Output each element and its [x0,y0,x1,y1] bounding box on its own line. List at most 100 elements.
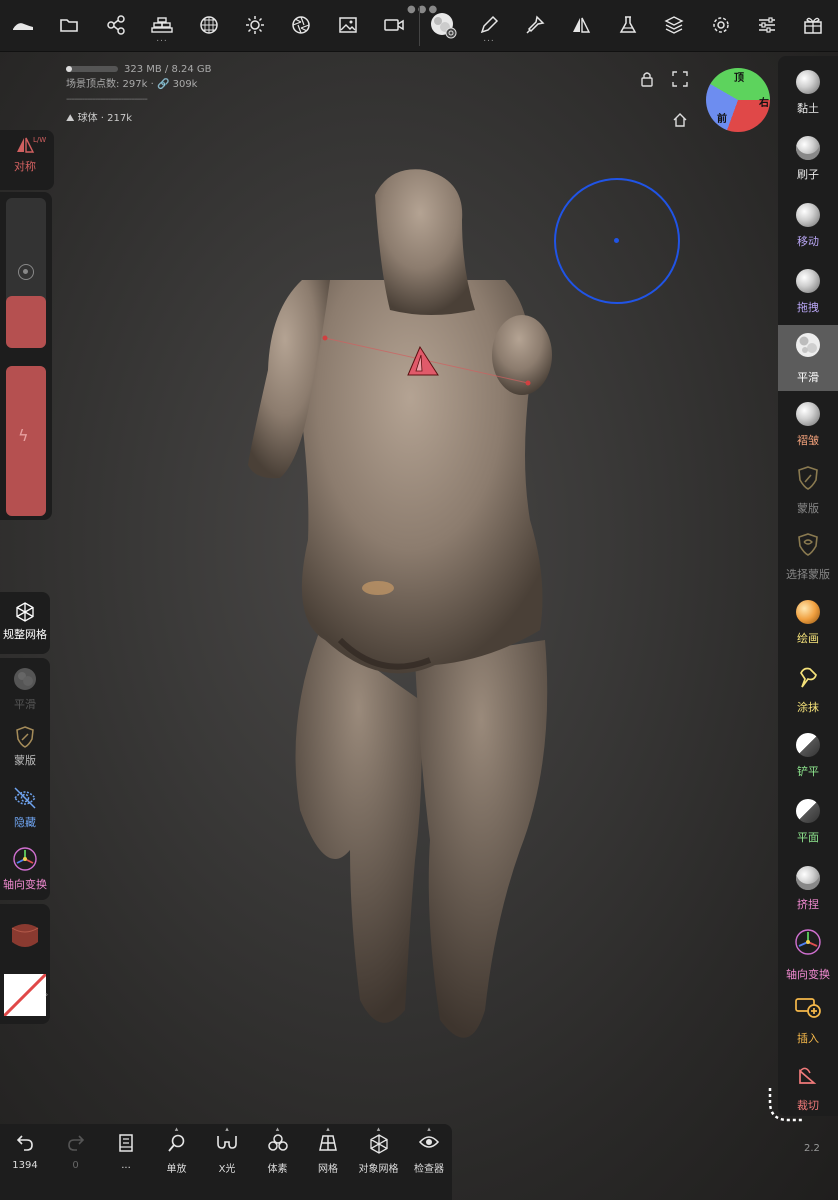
material-panel: › [0,904,50,1024]
folder-icon[interactable] [46,0,92,50]
tool-label: 拖拽 [797,300,819,314]
insert-icon [794,996,822,1024]
bottom-inspector-eye-button[interactable]: ▴ 检查器 [404,1125,454,1192]
caret-up-icon: ▴ [275,1125,280,1133]
tool-label: 黏土 [797,102,819,115]
lightning-icon: ϟ [18,426,29,445]
remesh-panel: 规整网格 [0,592,50,654]
memory-text: 323 MB / 8.24 GB [124,64,212,75]
tool-drag-sphere[interactable]: 拖拽 [778,259,838,325]
gizmo-right-label: 右 [759,98,769,109]
mask-quick-tool[interactable]: 蒙版 [0,726,50,768]
tool-select-mask[interactable]: 选择蒙版 [778,524,838,590]
book-icon [118,1134,134,1156]
active-object-row[interactable]: ⛰ 球体 · 217k [66,111,212,126]
share-icon[interactable] [93,0,139,50]
sculpt-model[interactable] [230,160,570,1060]
gear-icon[interactable] [698,0,744,50]
matcap-texture-slot[interactable] [2,972,48,1018]
smooth-quick-tool[interactable]: 平滑 [0,666,50,712]
tool-smooth[interactable]: 平滑 [778,325,838,392]
glasses-icon [216,1134,238,1156]
tool-label: 插入 [797,1032,819,1046]
home-icon[interactable] [0,0,46,50]
bottom-button-label: 网格 [318,1164,338,1175]
radius-slider[interactable] [6,198,46,348]
corner-gesture-indicator[interactable] [766,1084,806,1124]
pencil-icon[interactable]: ... [466,0,512,50]
tool-move-sphere[interactable]: 移动 [778,193,838,259]
intensity-slider[interactable]: ϟ [6,366,46,516]
remesh-button[interactable]: 规整网格 [0,602,50,642]
image-icon[interactable] [325,0,371,50]
transform-gizmo-icon [13,847,37,871]
transform-gizmo-icon [794,928,822,960]
tool-label: 移动 [797,234,819,248]
undo-icon [16,1134,34,1156]
bottom-button-label: 检查器 [414,1164,444,1175]
brush-sliders-panel: ϟ [0,192,52,520]
memory-row: 323 MB / 8.24 GB [66,62,212,77]
sliders-icon[interactable] [744,0,790,50]
tool-mask-shield[interactable]: 蒙版 [778,458,838,524]
gizmo-quick-label: 轴向变换 [3,878,47,891]
lock-icon[interactable] [640,71,654,91]
sphere-grid-icon[interactable] [186,0,232,50]
stamp-icon[interactable] [512,0,558,50]
bottom-voxel-button[interactable]: ▴ 体素 [253,1125,303,1192]
hide-quick-tool[interactable]: 隐藏 [0,786,50,830]
bottom-glasses-button[interactable]: ▴ X光 [202,1125,252,1192]
material-preview[interactable] [8,918,42,952]
pencil-more: ... [483,34,495,44]
brush-preview-icon[interactable] [420,0,466,50]
bottom-book-button[interactable]: ... [101,1130,151,1192]
aperture-icon[interactable] [278,0,324,50]
gizmo-quick-tool[interactable]: 轴向变换 [0,846,50,892]
tool-flatten-sphere[interactable]: 铲平 [778,723,838,789]
tool-smudge[interactable]: 涂抹 [778,657,838,723]
redo-icon [67,1134,85,1156]
tool-pinch-sphere[interactable]: 挤捏 [778,856,838,922]
symmetry-icon[interactable] [558,0,604,50]
view-gizmo[interactable]: 顶 前 右 [706,68,770,132]
select-mask-icon [796,532,820,560]
bricks-icon[interactable]: ... [139,0,185,50]
smooth-icon [794,331,822,363]
tool-label: 刷子 [797,168,819,182]
tool-plane-sphere[interactable]: 平面 [778,789,838,855]
scene-stats: 323 MB / 8.24 GB 场景顶点数: 297k · 🔗 309k --… [66,62,212,126]
symmetry-toggle-icon [17,137,35,153]
tool-paint-sphere[interactable]: 绘画 [778,590,838,656]
sun-icon[interactable] [232,0,278,50]
tool-crease-sphere[interactable]: 褶皱 [778,392,838,458]
bottom-object-mesh-button[interactable]: ▴ 对象网格 [354,1125,404,1192]
tool-brush-sphere[interactable]: 刷子 [778,126,838,192]
bottom-button-label: ... [121,1160,131,1171]
bottom-search-button[interactable]: ▴ 单放 [152,1125,202,1192]
bottom-redo-button[interactable]: 0 [51,1130,101,1192]
tool-label: 涂抹 [797,700,819,714]
quick-tools-panel: 平滑 蒙版 隐藏 轴向变换 [0,658,50,900]
bottom-undo-button[interactable]: 1394 [0,1130,50,1192]
tool-label: 平面 [797,831,819,845]
tool-label: 褶皱 [797,433,819,447]
material-expand-icon[interactable]: › [45,990,48,999]
fullscreen-icon[interactable] [672,71,688,91]
object-count: · 217k [100,113,133,124]
brush-center-dot [614,238,619,243]
tool-clay-sphere[interactable]: 黏土 [778,60,838,126]
bottom-button-label: 对象网格 [358,1164,399,1175]
version-label: 2.2 [804,1143,820,1154]
caret-up-icon: ▴ [225,1125,229,1133]
flask-icon[interactable] [605,0,651,50]
flatten-sphere-icon [796,733,820,757]
plane-sphere-icon [796,799,820,824]
bottom-grid-button[interactable]: ▴ 网格 [303,1125,353,1192]
search-icon [167,1134,186,1156]
gift-icon[interactable] [790,0,836,50]
layers-icon[interactable] [651,0,697,50]
home-view-icon[interactable] [672,112,688,132]
vertex-count: 场景顶点数: 297k · 🔗 309k [66,79,198,90]
tool-insert[interactable]: 插入 [778,988,838,1054]
tool-transform-gizmo[interactable]: 轴向变换 [778,922,838,988]
